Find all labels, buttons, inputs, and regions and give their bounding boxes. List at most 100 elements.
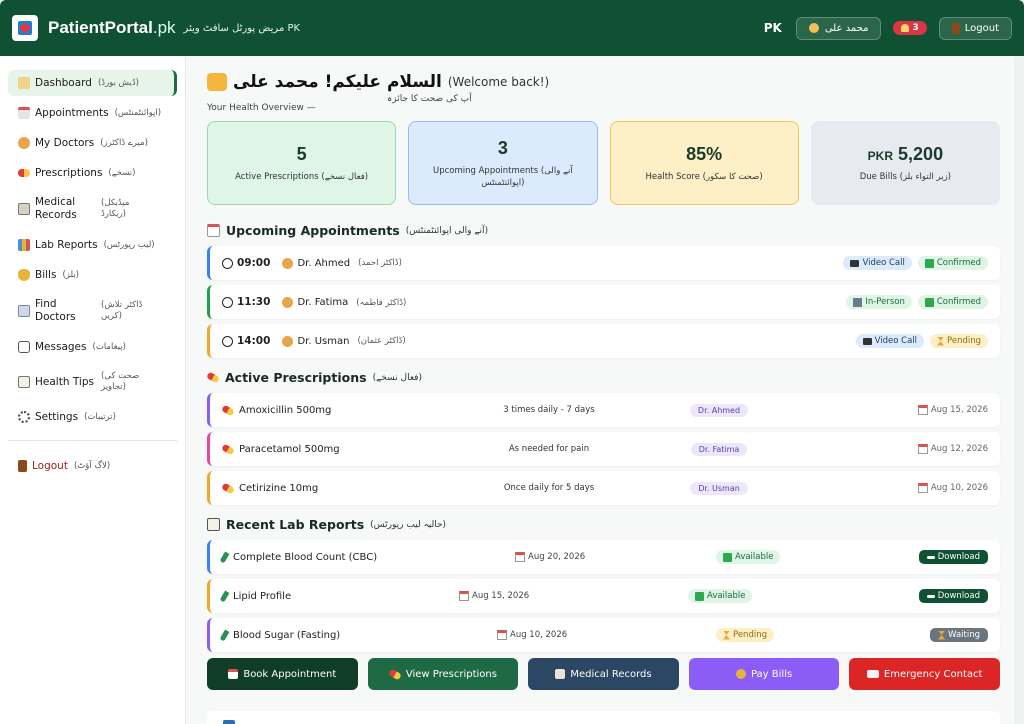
hospital-icon [18, 305, 30, 317]
stat-caption: Health Score (صحت کا سکور) [645, 171, 763, 182]
appointment-row[interactable]: 14:00 Dr. Usman (ڈاکٹر عثمان) Video Call… [207, 324, 1000, 358]
status-label: Available [707, 591, 746, 601]
sidebar-item-label: My Doctors [35, 136, 95, 149]
lab-test-name: Complete Blood Count (CBC) [233, 551, 378, 563]
sidebar-item-lab-reports[interactable]: Lab Reports (لیب رپورٹس) [8, 232, 177, 258]
status-badge: Confirmed [917, 295, 988, 309]
doctor-icon [282, 257, 294, 269]
stat-card-health-score[interactable]: 85% Health Score (صحت کا سکور) [609, 121, 799, 205]
sidebar-item-appointments[interactable]: Appointments (اپوائنٹمنٹس) [8, 100, 177, 126]
action-label: Download [937, 552, 980, 562]
video-camera-icon [850, 259, 860, 267]
calendar-icon [917, 483, 928, 493]
sidebar-item-urdu: (میرے ڈاکٹرز) [100, 137, 148, 148]
user-menu-button[interactable]: محمد علی [795, 16, 882, 40]
sidebar-item-messages[interactable]: Messages (پیغامات) [8, 334, 177, 360]
status-label: Pending [947, 336, 981, 346]
dosage-frequency: 3 times daily - 7 days [503, 405, 595, 415]
test-tube-icon [219, 589, 230, 603]
sidebar-item-find-doctors[interactable]: Find Doctors (ڈاکٹر تلاش کریں) [8, 292, 177, 330]
appointment-time: 09:00 [237, 257, 271, 269]
sidebar-item-settings[interactable]: Settings (ترتیبات) [8, 404, 177, 430]
hospital-logo-icon [12, 15, 38, 41]
lab-report-row[interactable]: Blood Sugar (Fasting) Aug 10, 2026 Pendi… [207, 618, 1000, 652]
date-label: Aug 20, 2026 [528, 552, 586, 562]
video-call-tag: Video Call [843, 256, 912, 270]
doctor-name: Dr. Ahmed [297, 257, 351, 269]
sidebar-item-medical-records[interactable]: Medical Records (میڈیکل ریکارڈ) [8, 190, 177, 228]
view-prescriptions-button[interactable]: View Prescriptions [367, 658, 519, 690]
doctor-name-urdu: (ڈاکٹر احمد) [358, 258, 402, 268]
clipboard-icon [207, 518, 220, 531]
prescription-row[interactable]: Paracetamol 500mg As needed for pain Dr.… [207, 432, 1000, 466]
sidebar-item-label: Lab Reports [35, 238, 98, 251]
stat-value: PKR 5,200 [868, 144, 943, 165]
prescription-date: Aug 12, 2026 [917, 444, 988, 454]
stat-card-prescriptions[interactable]: 5 Active Prescriptions (فعال نسخے) [207, 121, 397, 205]
stat-card-appointments[interactable]: 3 Upcoming Appointments (آنے والی اپوائن… [408, 121, 598, 205]
stat-card-due-bills[interactable]: PKR 5,200 Due Bills (زیر التواء بلز) [810, 121, 1000, 205]
prescription-date: Aug 15, 2026 [917, 405, 988, 415]
clipboard-icon [555, 669, 566, 679]
top-bar: PatientPortal.pk مریض پورٹل سافٹ ویئر PK… [0, 0, 1024, 56]
clock-icon [222, 257, 233, 269]
sidebar-item-urdu: (صحت کی تجاویز) [101, 371, 140, 392]
user-name: محمد علی [824, 22, 869, 34]
check-icon [924, 297, 934, 307]
check-icon [924, 258, 934, 268]
sidebar-item-prescriptions[interactable]: Prescriptions (نسخے) [8, 160, 177, 186]
sidebar-item-logout[interactable]: Logout (لاگ آؤٹ) [8, 453, 177, 479]
lab-date: Aug 10, 2026 [497, 630, 567, 640]
sidebar-item-urdu: (ترتیبات) [84, 411, 116, 422]
status-badge: Confirmed [917, 256, 988, 270]
test-tube-icon [219, 628, 230, 642]
book-appointment-button[interactable]: Book Appointment [207, 658, 358, 690]
appointment-row[interactable]: 09:00 Dr. Ahmed (ڈاکٹر احمد) Video Call … [207, 246, 1000, 280]
stat-amount: 5,200 [898, 143, 944, 164]
calendar-icon [917, 405, 928, 415]
building-icon [853, 297, 863, 307]
moneybag-icon [18, 269, 30, 281]
waiting-button[interactable]: Waiting [930, 628, 988, 642]
video-camera-icon [862, 337, 872, 345]
lab-date: Aug 20, 2026 [515, 552, 585, 562]
quick-actions: Book Appointment View Prescriptions Medi… [207, 658, 1000, 690]
pill-icon [387, 667, 402, 681]
medical-records-button[interactable]: Medical Records [528, 658, 679, 690]
pay-bills-button[interactable]: Pay Bills [688, 658, 840, 690]
lab-report-row[interactable]: Complete Blood Count (CBC) Aug 20, 2026 … [207, 540, 1000, 574]
download-button[interactable]: Download [918, 550, 988, 564]
message-icon [18, 341, 30, 353]
lab-date: Aug 15, 2026 [459, 591, 529, 601]
mode-label: In-Person [865, 297, 905, 307]
sidebar-item-urdu: (نسخے) [108, 167, 136, 178]
mode-label: Video Call [862, 258, 905, 268]
download-button[interactable]: Download [918, 589, 988, 603]
sidebar-item-health-tips[interactable]: Health Tips (صحت کی تجاویز) [8, 364, 177, 400]
prescription-row[interactable]: Amoxicillin 500mg 3 times daily - 7 days… [207, 393, 1000, 427]
appointment-row[interactable]: 11:30 Dr. Fatima (ڈاکٹر فاطمہ) In-Person… [207, 285, 1000, 319]
sidebar-item-bills[interactable]: Bills (بلز) [8, 262, 177, 288]
section-title-urdu: (حالیہ لیب رپورٹس) [370, 519, 447, 530]
sidebar-item-label: Health Tips [35, 375, 94, 388]
sidebar-item-urdu: (لیب رپورٹس) [103, 239, 155, 250]
sidebar-item-my-doctors[interactable]: My Doctors (میرے ڈاکٹرز) [8, 130, 177, 156]
status-label: Pending [733, 630, 767, 640]
sidebar-item-dashboard[interactable]: Dashboard (ڈیش بورڈ) [8, 70, 177, 96]
stats-row: 5 Active Prescriptions (فعال نسخے) 3 Upc… [207, 121, 1000, 205]
button-label: View Prescriptions [405, 668, 497, 680]
lab-report-row[interactable]: Lipid Profile Aug 15, 2026 Available Dow… [207, 579, 1000, 613]
brand-subtitle: مریض پورٹل سافٹ ویئر PK [183, 22, 301, 34]
sidebar: Dashboard (ڈیش بورڈ) Appointments (اپوائ… [0, 56, 186, 724]
brand-title[interactable]: PatientPortal.pk [48, 18, 176, 38]
sidebar-item-urdu: (ڈاکٹر تلاش کریں) [101, 300, 143, 321]
prescription-row[interactable]: Cetirizine 10mg Once daily for 5 days Dr… [207, 471, 1000, 505]
status-label: Confirmed [936, 297, 981, 307]
pill-icon [221, 403, 235, 417]
notifications-badge[interactable]: 3 [893, 21, 927, 35]
calendar-icon [228, 669, 239, 679]
date-label: Aug 15, 2026 [472, 591, 530, 601]
emergency-contact-button[interactable]: Emergency Contact [849, 658, 1000, 690]
logout-button[interactable]: Logout [938, 16, 1012, 40]
test-tube-icon [219, 550, 230, 564]
